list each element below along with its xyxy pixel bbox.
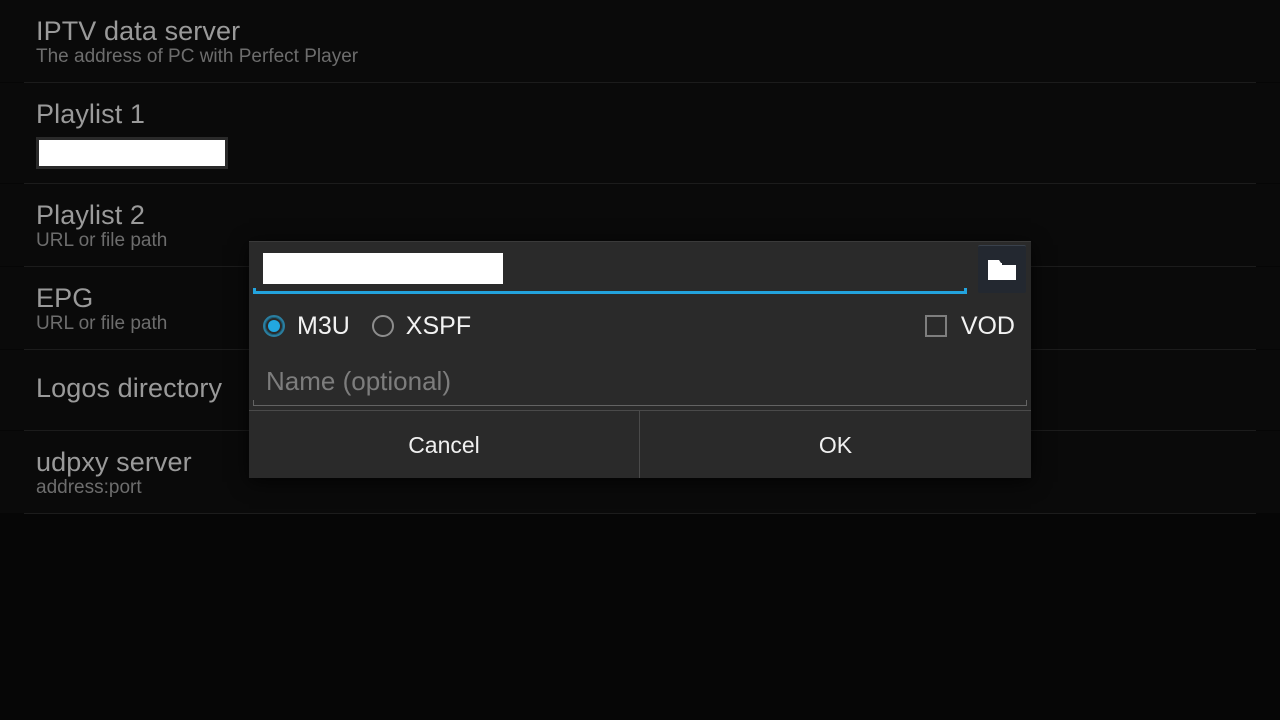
browse-folder-button[interactable] bbox=[978, 245, 1026, 293]
radio-xspf[interactable]: XSPF bbox=[371, 311, 472, 340]
radio-xspf-label: XSPF bbox=[405, 311, 472, 340]
playlist-1-value-redacted bbox=[36, 137, 228, 169]
checkbox-unchecked-icon bbox=[924, 315, 947, 337]
radio-selected-icon bbox=[263, 315, 285, 337]
dialog-body: M3U XSPF VOD bbox=[249, 242, 1031, 410]
dialog-button-bar: Cancel OK bbox=[249, 410, 1031, 478]
pref-title: Playlist 1 bbox=[36, 99, 146, 129]
url-value-redacted bbox=[263, 253, 503, 284]
url-row bbox=[249, 242, 1031, 298]
checkbox-vod-label: VOD bbox=[960, 311, 1015, 340]
checkbox-vod[interactable]: VOD bbox=[924, 311, 1015, 340]
pref-row-playlist-1[interactable]: Playlist 1 bbox=[0, 83, 1280, 183]
pref-summary: address:port bbox=[36, 477, 142, 498]
radio-m3u[interactable]: M3U bbox=[263, 311, 350, 340]
radio-m3u-label: M3U bbox=[297, 311, 350, 340]
playlist-edit-dialog: M3U XSPF VOD Ca bbox=[249, 241, 1031, 478]
name-input[interactable] bbox=[254, 356, 1026, 406]
cancel-button[interactable]: Cancel bbox=[249, 411, 640, 478]
pref-summary: The address of PC with Perfect Player bbox=[36, 46, 359, 67]
options-row: M3U XSPF VOD bbox=[249, 304, 1031, 348]
list-divider bbox=[24, 513, 1256, 514]
radio-unselected-icon bbox=[371, 315, 394, 337]
app-screen: IPTV data server The address of PC with … bbox=[0, 0, 1280, 720]
pref-title: IPTV data server bbox=[36, 16, 241, 46]
name-row bbox=[249, 356, 1031, 410]
pref-row-iptv-data-server[interactable]: IPTV data server The address of PC with … bbox=[0, 0, 1280, 82]
folder-icon bbox=[988, 259, 1016, 280]
pref-title: Playlist 2 bbox=[36, 200, 146, 230]
ok-button[interactable]: OK bbox=[640, 411, 1031, 478]
name-input-underline bbox=[253, 400, 1027, 406]
url-input-focus-underline bbox=[253, 288, 967, 294]
format-radio-group: M3U XSPF bbox=[263, 311, 493, 340]
